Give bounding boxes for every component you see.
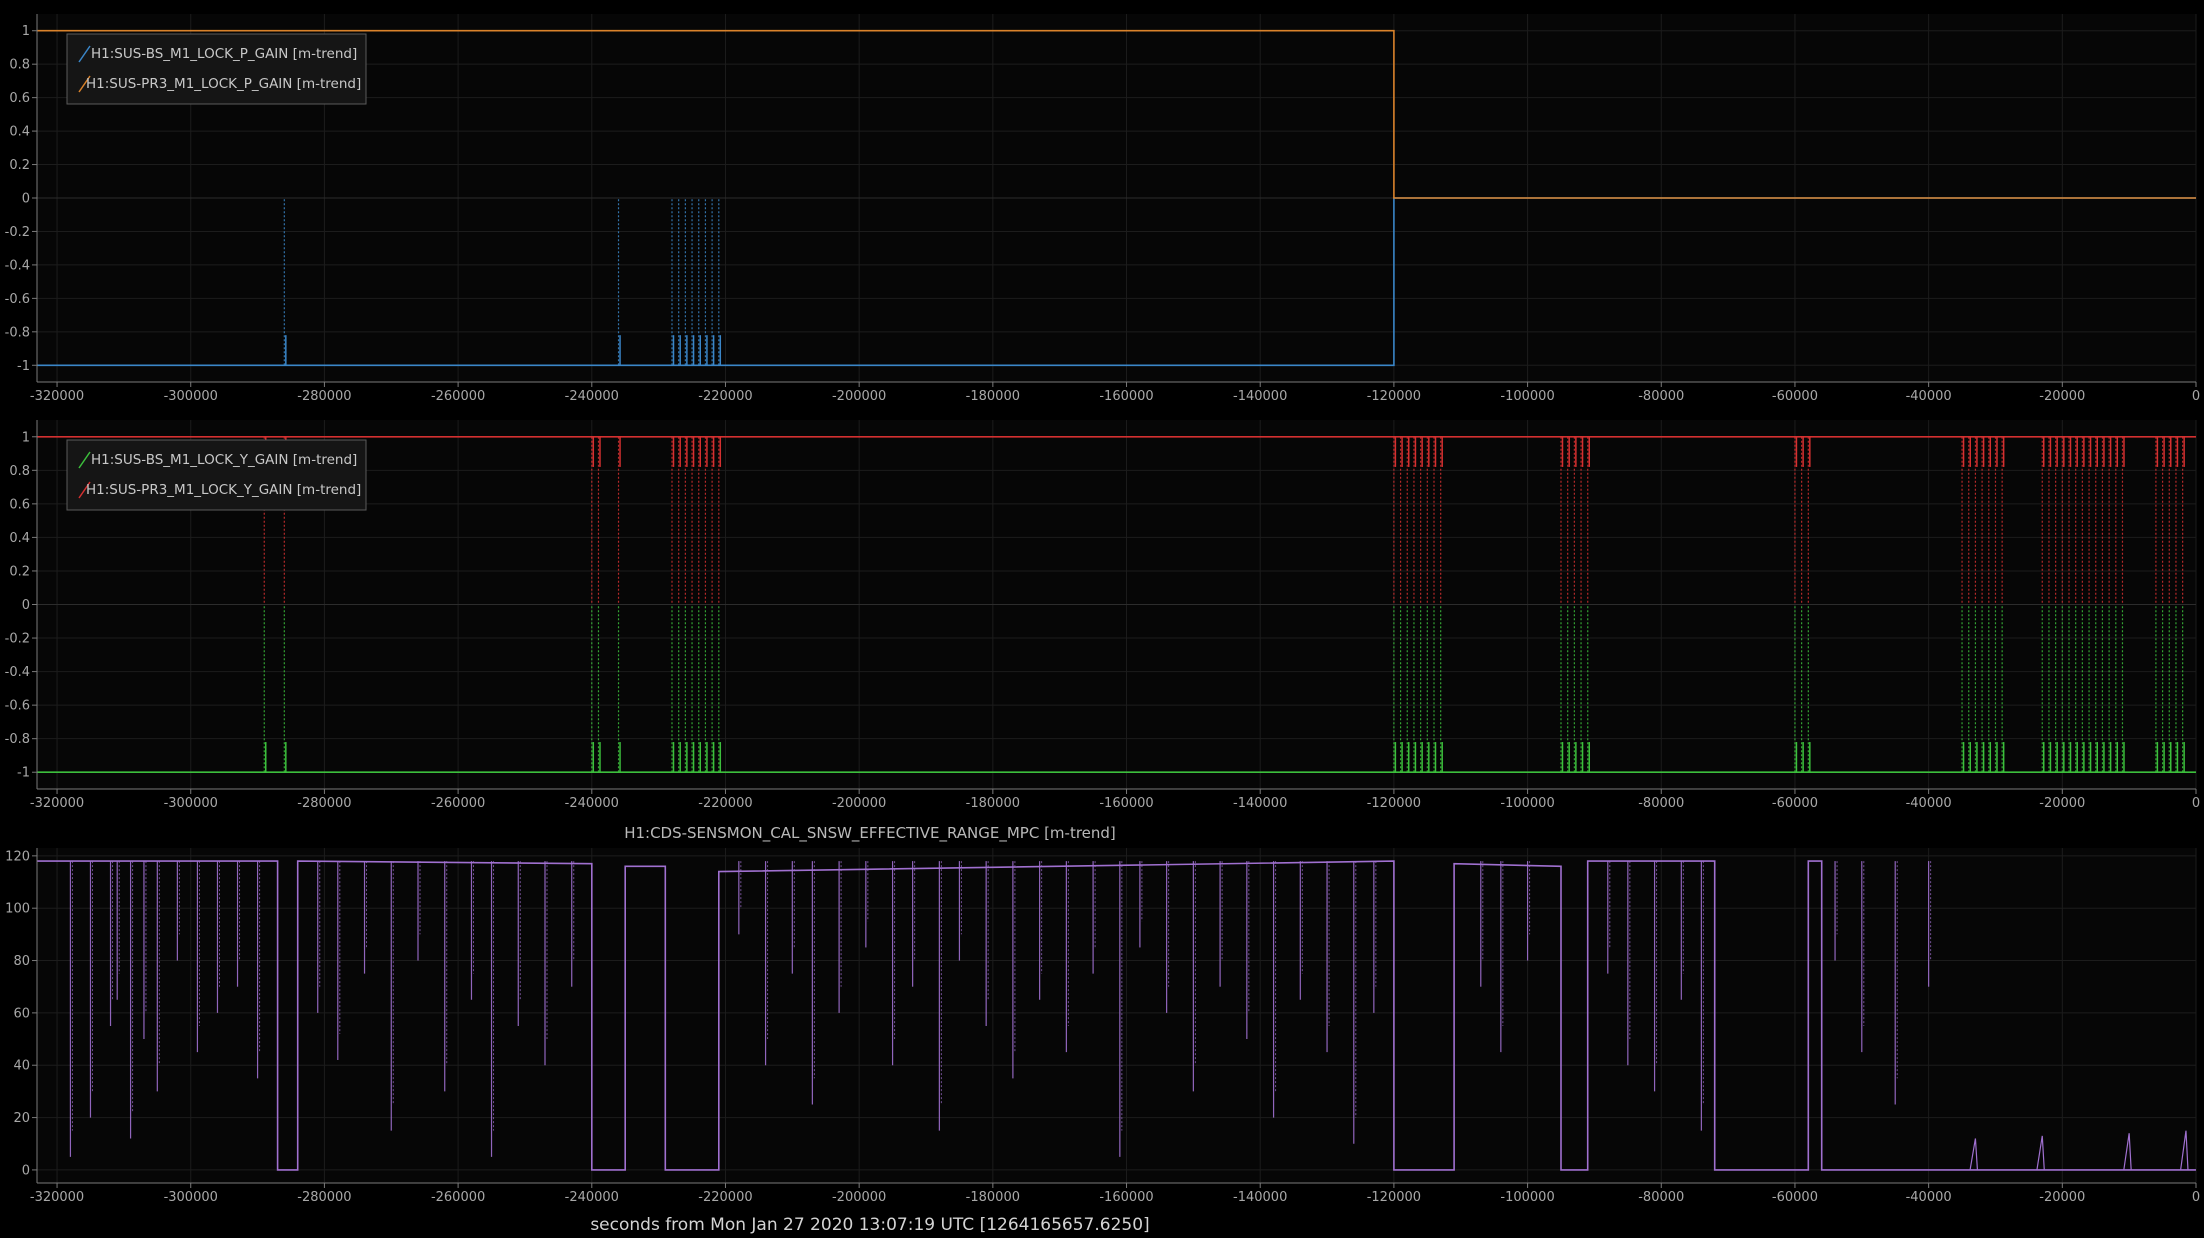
x-tick-label: -20000 [2039, 389, 2085, 404]
legend-label-series-1: H1:SUS-BS_M1_LOCK_P_GAIN [m-trend] [91, 46, 357, 62]
y-tick-label: 120 [5, 849, 30, 864]
y-tick-label: -0.4 [5, 258, 30, 273]
x-tick-label: -100000 [1500, 1190, 1554, 1205]
x-tick-label: -80000 [1638, 796, 1684, 811]
x-tick-label: -280000 [297, 389, 351, 404]
x-tick-label: -220000 [698, 389, 752, 404]
x-tick-label: -80000 [1638, 389, 1684, 404]
panel-3-title: H1:CDS-SENSMON_CAL_SNSW_EFFECTIVE_RANGE_… [624, 824, 1116, 843]
y-tick-label: 0.6 [9, 91, 30, 106]
x-tick-label: -140000 [1233, 389, 1287, 404]
panel-2-yaw-gain: 1 0.8 0.6 0.4 0.2 0 -0.2 -0.4 -0.6 -0.8 -1-320000 -… [5, 420, 2200, 811]
x-tick-label: -260000 [431, 389, 485, 404]
x-tick-label: -120000 [1367, 796, 1421, 811]
x-tick-label: -20000 [2039, 1190, 2085, 1205]
x-tick-label: -200000 [832, 389, 886, 404]
y-tick-label: 0 [22, 598, 30, 613]
x-tick-label: -60000 [1772, 1190, 1818, 1205]
x-tick-label: -40000 [1906, 389, 1952, 404]
x-tick-label: 0 [2192, 796, 2200, 811]
x-tick-label: -180000 [966, 796, 1020, 811]
y-tick-label: 20 [13, 1111, 30, 1126]
y-tick-label: -0.8 [5, 732, 30, 747]
x-tick-label: -260000 [431, 796, 485, 811]
x-tick-label: -320000 [30, 389, 84, 404]
x-tick-label: -300000 [164, 389, 218, 404]
x-tick-label: -40000 [1906, 796, 1952, 811]
x-tick-label: -20000 [2039, 796, 2085, 811]
x-tick-label: -260000 [431, 1190, 485, 1205]
y-tick-label: -0.4 [5, 665, 30, 680]
y-tick-label: 0.8 [9, 464, 30, 479]
x-tick-label: -280000 [297, 1190, 351, 1205]
x-tick-label: -240000 [565, 389, 619, 404]
y-tick-label: 40 [13, 1059, 30, 1074]
y-tick-label: -0.2 [5, 225, 30, 240]
x-axis-label: seconds from Mon Jan 27 2020 13:07:19 UT… [590, 1215, 1149, 1235]
x-tick-label: -120000 [1367, 1190, 1421, 1205]
x-tick-label: -60000 [1772, 796, 1818, 811]
x-tick-label: -160000 [1099, 796, 1153, 811]
x-tick-label: -80000 [1638, 1190, 1684, 1205]
y-tick-label: -1 [17, 359, 30, 374]
y-tick-label: -0.6 [5, 292, 30, 307]
y-tick-label: 0.2 [9, 564, 30, 579]
x-tick-label: -300000 [164, 796, 218, 811]
y-tick-label: 80 [13, 954, 30, 969]
y-tick-label: 0.6 [9, 497, 30, 512]
x-tick-label: -240000 [565, 1190, 619, 1205]
plot-area [37, 848, 2196, 1183]
x-tick-label: -200000 [832, 796, 886, 811]
panel-3-grid [37, 848, 2197, 1183]
x-tick-label: -180000 [966, 1190, 1020, 1205]
x-tick-label: -320000 [30, 796, 84, 811]
legend-label-series-1: H1:SUS-BS_M1_LOCK_Y_GAIN [m-trend] [91, 452, 357, 468]
x-tick-label: -100000 [1500, 796, 1554, 811]
x-tick-label: -220000 [698, 1190, 752, 1205]
x-tick-label: -160000 [1099, 1190, 1153, 1205]
y-tick-label: -1 [17, 766, 30, 781]
y-tick-label: 0.4 [9, 125, 30, 140]
x-tick-label: -220000 [698, 796, 752, 811]
x-tick-label: 0 [2192, 389, 2200, 404]
x-tick-label: -240000 [565, 796, 619, 811]
x-tick-label: -120000 [1367, 389, 1421, 404]
y-tick-label: 0.4 [9, 531, 30, 546]
y-tick-label: 60 [13, 1006, 30, 1021]
x-tick-label: -140000 [1233, 1190, 1287, 1205]
x-tick-label: -280000 [297, 796, 351, 811]
x-tick-label: -40000 [1906, 1190, 1952, 1205]
x-tick-label: 0 [2192, 1190, 2200, 1205]
x-tick-label: -300000 [164, 1190, 218, 1205]
x-tick-label: -140000 [1233, 796, 1287, 811]
y-tick-label: -0.8 [5, 325, 30, 340]
y-tick-label: -0.2 [5, 632, 30, 647]
x-tick-label: -180000 [966, 389, 1020, 404]
y-tick-label: 100 [5, 902, 30, 917]
y-tick-label: -0.6 [5, 699, 30, 714]
x-tick-label: -320000 [30, 1190, 84, 1205]
x-tick-label: -60000 [1772, 389, 1818, 404]
x-tick-label: -100000 [1500, 389, 1554, 404]
x-tick-label: -160000 [1099, 389, 1153, 404]
legend-label-series-2: H1:SUS-PR3_M1_LOCK_P_GAIN [m-trend] [86, 76, 361, 92]
y-tick-label: 0.2 [9, 158, 30, 173]
panel-3-range: H1:CDS-SENSMON_CAL_SNSW_EFFECTIVE_RANGE_… [5, 824, 2200, 1235]
y-tick-label: 0.8 [9, 58, 30, 73]
y-tick-label: 1 [22, 430, 30, 445]
x-tick-label: -200000 [832, 1190, 886, 1205]
ndscope-plots: 10.80.60.40.20-0.2-0.4-0.6-0.8-1-320000-… [0, 0, 2204, 1238]
legend-label-series-2: H1:SUS-PR3_M1_LOCK_Y_GAIN [m-trend] [86, 482, 361, 498]
y-tick-label: 0 [22, 192, 30, 207]
panel-2-legend: H1:SUS-BS_M1_LOCK_Y_GAIN [m-trend] H1:SU… [66, 439, 367, 511]
panel-1-legend: H1:SUS-BS_M1_LOCK_P_GAIN [m-trend] H1:SU… [66, 33, 367, 105]
y-tick-label: 0 [22, 1163, 30, 1178]
panel-1-pitch-gain: 1 0.8 0.6 0.4 0.2 0 -0.2 -0.4 -0.6 -0.8 -1-320000 -… [5, 14, 2200, 404]
y-tick-label: 1 [22, 24, 30, 39]
